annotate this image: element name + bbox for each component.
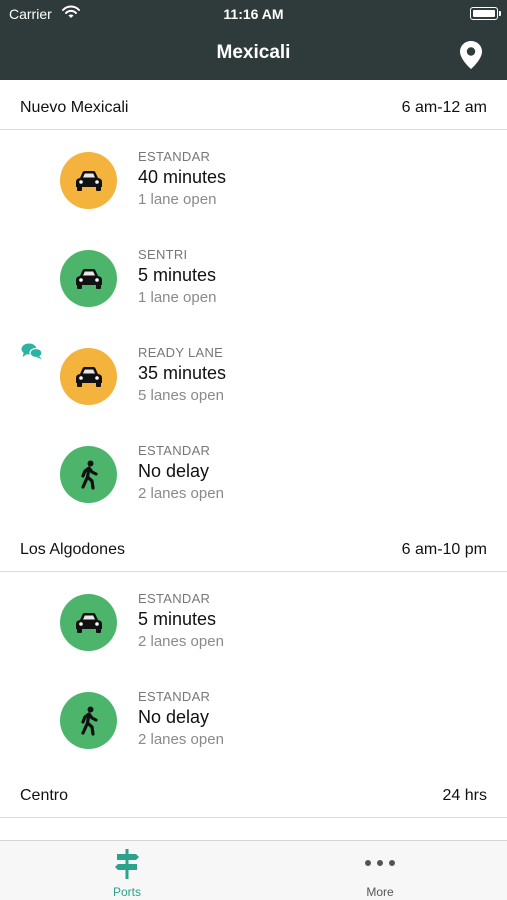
lane-status-badge [60,152,117,209]
tab-ports[interactable]: Ports [87,841,167,900]
port-section: Nuevo Mexicali 6 am-12 am ESTANDAR 40 minut… [0,80,507,522]
lane-type: ESTANDAR [138,591,211,606]
lanes-open: 1 lane open [138,289,217,306]
lane-wait-time: No delay [138,461,210,481]
lane-type: READY LANE [138,345,224,360]
lane-status-badge [60,348,117,405]
lane-wait-time: 5 minutes [138,609,217,629]
status-bar: Carrier 11:16 AM [0,0,507,30]
lane-type: ESTANDAR [138,689,211,704]
lane-type: ESTANDAR [138,149,211,164]
port-section: Centro 24 hrs [0,768,507,818]
port-hours: 6 am-10 pm [401,541,487,558]
lane-row[interactable]: SENTRI 5 minutes 1 lane open [0,228,507,326]
lane-type: ESTANDAR [138,443,211,458]
lane-wait-time: 35 minutes [138,363,227,383]
ports-list[interactable]: Nuevo Mexicali 6 am-12 am ESTANDAR 40 minut… [0,80,507,840]
port-header[interactable]: Los Algodones 6 am-10 pm [0,522,507,572]
lane-type: SENTRI [138,247,188,262]
ellipsis-icon [365,849,395,879]
car-icon [74,366,104,388]
port-hours: 6 am-12 am [401,99,487,116]
page-title: Mexicali [216,42,291,63]
lane-wait-time: No delay [138,707,210,727]
lane-row[interactable]: ESTANDAR No delay 2 lanes open [0,670,507,768]
location-pin-icon[interactable] [459,40,483,75]
tab-more-label: More [366,885,394,899]
lane-row[interactable]: ESTANDAR 5 minutes 2 lanes open [0,572,507,670]
port-header[interactable]: Centro 24 hrs [0,768,507,818]
port-hours: 24 hrs [442,787,487,804]
lane-status-badge [60,250,117,307]
lane-status-badge [60,446,117,503]
tab-more[interactable]: More [340,841,420,900]
lanes-open: 1 lane open [138,191,217,208]
lane-wait-time: 40 minutes [138,167,227,187]
tab-ports-label: Ports [112,885,141,899]
navigation-bar: Mexicali [0,30,507,80]
lane-status-badge [60,594,117,651]
tab-bar: Ports More [0,840,507,900]
pedestrian-icon [78,460,100,490]
port-section: Los Algodones 6 am-10 pm ESTANDAR 5 minutes… [0,522,507,768]
lanes-open: 2 lanes open [138,731,224,748]
car-icon [74,170,104,192]
lanes-open: 5 lanes open [138,387,224,404]
lane-status-badge [60,692,117,749]
car-icon [74,268,104,290]
lane-row[interactable]: READY LANE 35 minutes 5 lanes open [0,326,507,424]
clock: 11:16 AM [223,6,284,22]
port-name: Los Algodones [20,541,125,558]
port-header[interactable]: Nuevo Mexicali 6 am-12 am [0,80,507,130]
lane-wait-time: 5 minutes [138,265,217,285]
port-name: Nuevo Mexicali [20,99,129,116]
chat-bubble-icon[interactable] [21,342,43,365]
lanes-open: 2 lanes open [138,485,224,502]
lanes-open: 2 lanes open [138,633,224,650]
pedestrian-icon [78,706,100,736]
port-name: Centro [20,787,69,804]
car-icon [74,612,104,634]
battery-icon [470,7,501,20]
signpost-icon [114,849,140,879]
lane-row[interactable]: ESTANDAR 40 minutes 1 lane open [0,130,507,228]
lane-row[interactable]: ESTANDAR No delay 2 lanes open [0,424,507,522]
